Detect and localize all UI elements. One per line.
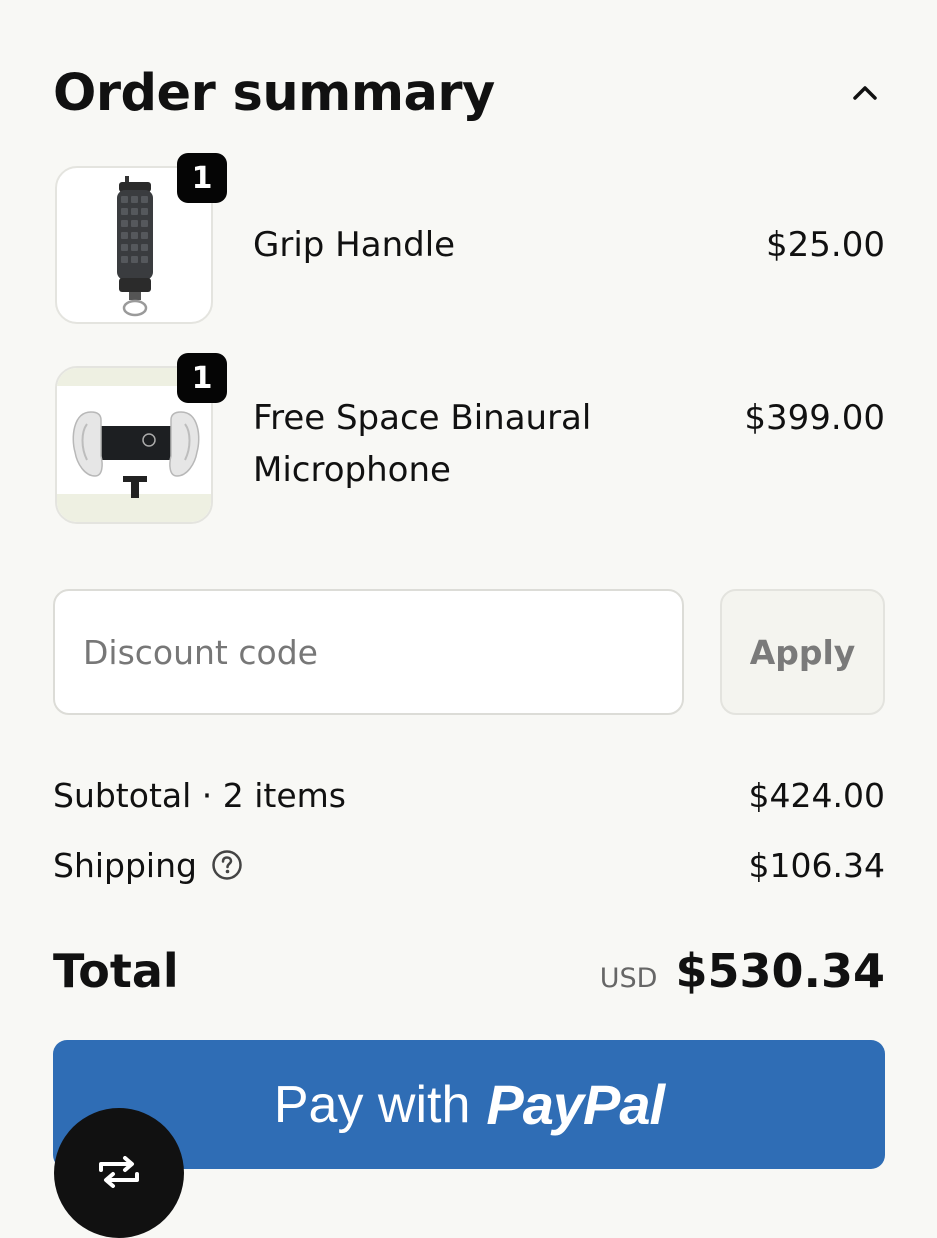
paypal-logo: PayPal: [486, 1073, 665, 1136]
floating-action-button[interactable]: [54, 1108, 184, 1238]
item-name: Grip Handle: [253, 225, 456, 265]
quantity-badge: 1: [177, 153, 227, 203]
subtotal-value: $424.00: [748, 775, 885, 815]
quantity-badge: 1: [177, 353, 227, 403]
shipping-label: Shipping: [53, 845, 197, 885]
total-row: Total USD $530.34: [53, 938, 885, 1004]
currency-code: USD: [599, 963, 658, 994]
chevron-up-icon[interactable]: [845, 73, 885, 113]
subtotal-row: Subtotal · 2 items $424.00: [53, 770, 885, 820]
swap-arrows-icon: [95, 1156, 143, 1192]
subtotal-label: Subtotal · 2 items: [53, 775, 346, 815]
paypal-button-prefix: Pay with: [273, 1075, 471, 1134]
discount-code-input[interactable]: [53, 589, 684, 715]
total-label: Total: [53, 944, 179, 998]
list-item: 1 Grip Handle $25.00: [53, 153, 885, 330]
apply-discount-button[interactable]: Apply: [720, 589, 885, 715]
shipping-value: $106.34: [748, 845, 885, 885]
shipping-row: Shipping $106.34: [53, 840, 885, 890]
total-value: $530.34: [675, 944, 885, 998]
item-price: $25.00: [766, 225, 885, 265]
item-price: $399.00: [744, 398, 885, 438]
page-title: Order summary: [53, 63, 495, 123]
item-name: Free Space Binaural Microphone: [253, 398, 592, 490]
list-item: 1 Free Space Binaural Microphone $399.00: [53, 353, 885, 530]
question-circle-icon[interactable]: [211, 849, 243, 881]
order-summary-header: Order summary: [53, 58, 885, 128]
